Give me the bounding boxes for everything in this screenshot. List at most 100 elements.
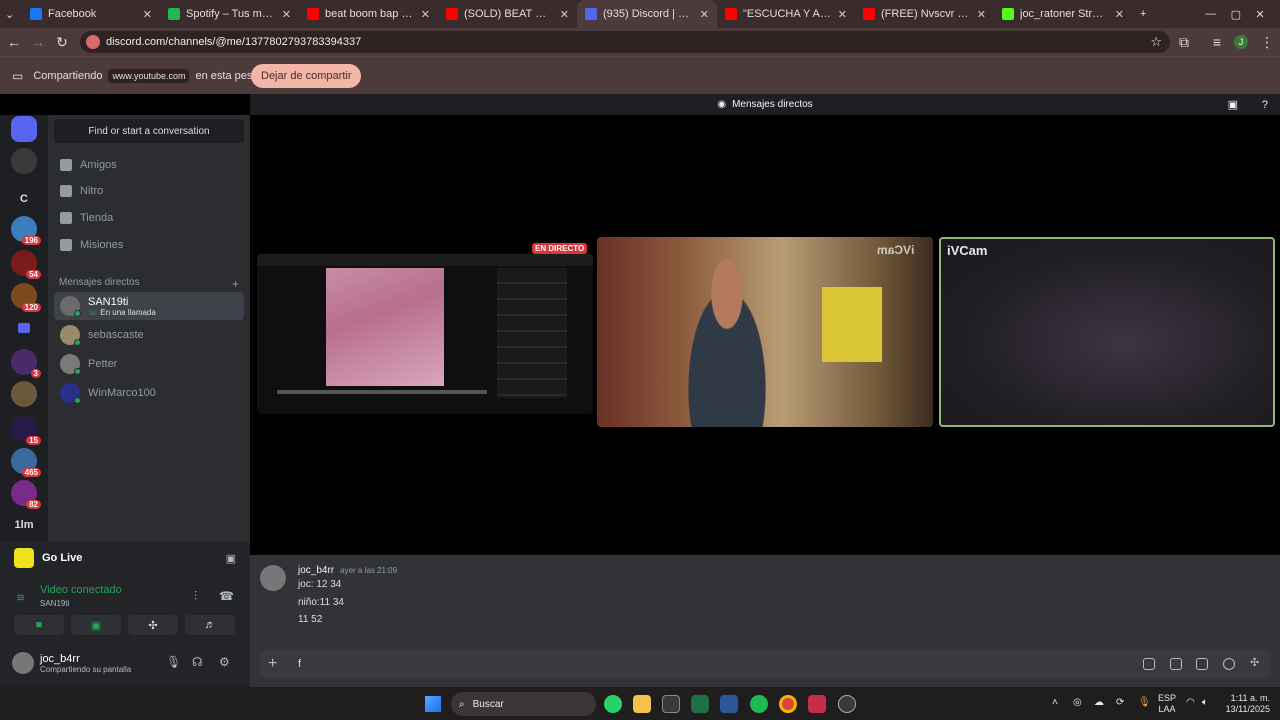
discord-home-icon[interactable] — [11, 116, 37, 142]
tab-close-icon[interactable]: ✕ — [282, 8, 291, 21]
screen-share-tile[interactable] — [257, 254, 593, 414]
dm-item[interactable]: WinMarco100 — [54, 379, 244, 407]
message-composer[interactable]: + f ✣ — [260, 649, 1270, 679]
browser-tab[interactable]: (FREE) Nvscvr x Mnzr ✕ — [855, 0, 994, 28]
browser-tab[interactable]: Spotify – Tus me gusta ✕ — [160, 0, 299, 28]
server-icon[interactable]: 15 — [11, 416, 41, 445]
headphones-icon[interactable]: ☊ — [192, 655, 203, 669]
gif-icon[interactable] — [1170, 658, 1182, 670]
tab-close-icon[interactable]: ✕ — [143, 8, 152, 21]
soundboard-button[interactable]: ♬ — [185, 615, 235, 635]
browser-tab[interactable]: Facebook ✕ — [22, 0, 160, 28]
server-icon[interactable] — [11, 148, 37, 174]
bookmark-star-icon[interactable]: ☆ — [1150, 34, 1162, 50]
steam-icon[interactable] — [838, 695, 856, 713]
word-icon[interactable] — [720, 695, 738, 713]
maximize-icon[interactable]: ▢ — [1231, 8, 1241, 21]
server-icon[interactable]: 54 — [11, 250, 41, 279]
tray-mic-icon[interactable]: 🎙︎ — [1138, 697, 1151, 708]
dm-item[interactable]: sebascaste — [54, 321, 244, 349]
apps-icon[interactable]: ✣ — [1250, 656, 1262, 669]
extensions-icon[interactable]: ⧉ — [1172, 34, 1196, 51]
tray-sync-icon[interactable]: ⟳ — [1116, 697, 1124, 708]
minimize-icon[interactable]: — — [1205, 8, 1216, 20]
folder-icon[interactable] — [11, 316, 37, 342]
tab-close-icon[interactable]: ✕ — [977, 8, 986, 21]
disconnect-icon[interactable]: ☎ — [219, 589, 234, 603]
activities-button[interactable]: ✣ — [128, 615, 178, 635]
site-info-icon[interactable] — [86, 35, 100, 49]
tab-close-icon[interactable]: ✕ — [560, 8, 569, 21]
tray-app-icon[interactable]: ◎ — [1073, 697, 1082, 708]
message-avatar[interactable] — [260, 565, 286, 591]
taskbar-search[interactable]: ⌕ Buscar — [451, 692, 596, 716]
dm-item[interactable]: SAN19ti ☏ En una llamada — [54, 292, 244, 320]
language-indicator[interactable]: ESP LAA — [1158, 693, 1176, 715]
dm-item[interactable]: Petter — [54, 350, 244, 378]
app-icon[interactable] — [808, 695, 826, 713]
spotify-icon[interactable] — [750, 695, 768, 713]
current-user[interactable]: joc_b4rr Compartiendo su pantalla — [12, 652, 131, 674]
nav-item-tienda[interactable]: Tienda — [60, 212, 113, 224]
server-icon[interactable]: C — [11, 186, 37, 212]
emoji-icon[interactable] — [1223, 658, 1235, 670]
server-icon[interactable]: 82 — [11, 480, 41, 509]
new-tab-button[interactable]: + — [1132, 0, 1158, 28]
tray-chevron-icon[interactable]: ˄ — [1052, 697, 1058, 708]
voice-channel-name[interactable]: SAN19ti — [40, 599, 122, 608]
whatsapp-icon[interactable] — [604, 695, 622, 713]
sticker-icon[interactable] — [1196, 658, 1208, 670]
server-icon[interactable]: 120 — [11, 283, 41, 312]
window-controls[interactable]: — ▢ ✕ — [1190, 0, 1280, 28]
tab-close-icon[interactable]: ✕ — [421, 8, 430, 21]
reload-icon[interactable]: ↻ — [50, 34, 74, 51]
nav-item-amigos[interactable]: Amigos — [60, 159, 117, 171]
nav-item-nitro[interactable]: Nitro — [60, 185, 103, 197]
attach-plus-icon[interactable]: + — [268, 655, 277, 673]
message-author[interactable]: joc_b4rr — [298, 565, 334, 576]
menu-dots-icon[interactable]: ⋮ — [1255, 34, 1279, 51]
clock[interactable]: 1:11 a. m. 13/11/2025 — [1222, 693, 1270, 715]
start-menu-icon[interactable] — [425, 696, 441, 712]
server-icon[interactable]: 1lm — [11, 512, 37, 538]
close-go-live-icon[interactable]: ▣ — [226, 552, 236, 565]
server-icon[interactable]: 3 — [11, 349, 41, 378]
server-icon[interactable]: 196 — [11, 216, 41, 245]
composer-text[interactable]: f — [298, 658, 301, 670]
profile-avatar[interactable]: J — [1234, 35, 1248, 49]
ivcam-tile[interactable]: iVCam — [939, 237, 1275, 427]
camera-button[interactable]: ■ — [14, 615, 64, 635]
address-bar[interactable]: discord.com/channels/@me/137780279378339… — [80, 31, 1170, 53]
volume-icon[interactable]: 🔈︎ — [1202, 697, 1208, 708]
noise-suppression-icon[interactable]: ⫶ — [194, 589, 197, 604]
microphone-icon[interactable]: 🎙︎ — [166, 655, 181, 669]
media-control-icon[interactable]: ≡ — [1205, 34, 1229, 50]
file-explorer-icon[interactable] — [633, 695, 651, 713]
nav-item-misiones[interactable]: Misiones — [60, 239, 123, 251]
back-icon[interactable]: ← — [2, 34, 26, 50]
server-icon[interactable]: 465 — [11, 448, 41, 477]
browser-tab[interactable]: beat boom bap - YouTube ✕ — [299, 0, 438, 28]
tab-search-chevron-icon[interactable]: ⌄ — [0, 0, 22, 28]
browser-tab[interactable]: (SOLD) BEAT RAP BOOM ✕ — [438, 0, 577, 28]
forward-icon[interactable]: → — [26, 34, 50, 50]
browser-tab[interactable]: (935) Discord | @SAN ✕ — [577, 0, 717, 28]
gift-icon[interactable] — [1143, 658, 1155, 670]
tab-close-icon[interactable]: ✕ — [838, 8, 847, 21]
tab-close-icon[interactable]: ✕ — [700, 8, 709, 21]
server-icon[interactable] — [11, 381, 37, 407]
browser-tab[interactable]: joc_ratoner Stream - Wat ✕ — [994, 0, 1132, 28]
browser-tab[interactable]: "ESCUCHA Y APRENDE" ✕ — [717, 0, 855, 28]
popout-icon[interactable]: ▣ — [1228, 98, 1238, 111]
chrome-icon[interactable] — [779, 695, 797, 713]
close-icon[interactable]: ✕ — [1256, 8, 1265, 21]
wifi-icon[interactable]: ◠ — [1186, 697, 1195, 708]
tab-close-icon[interactable]: ✕ — [1115, 8, 1124, 21]
find-conversation-button[interactable]: Find or start a conversation — [54, 119, 244, 143]
voice-status-text[interactable]: Video conectado — [40, 584, 122, 596]
webcam-tile[interactable]: iVCam — [597, 237, 933, 427]
settings-gear-icon[interactable]: ⚙ — [219, 655, 230, 669]
onedrive-icon[interactable]: ☁ — [1094, 697, 1104, 708]
screen-share-button[interactable]: ▣ — [71, 615, 121, 635]
add-dm-button[interactable]: + — [232, 277, 239, 291]
